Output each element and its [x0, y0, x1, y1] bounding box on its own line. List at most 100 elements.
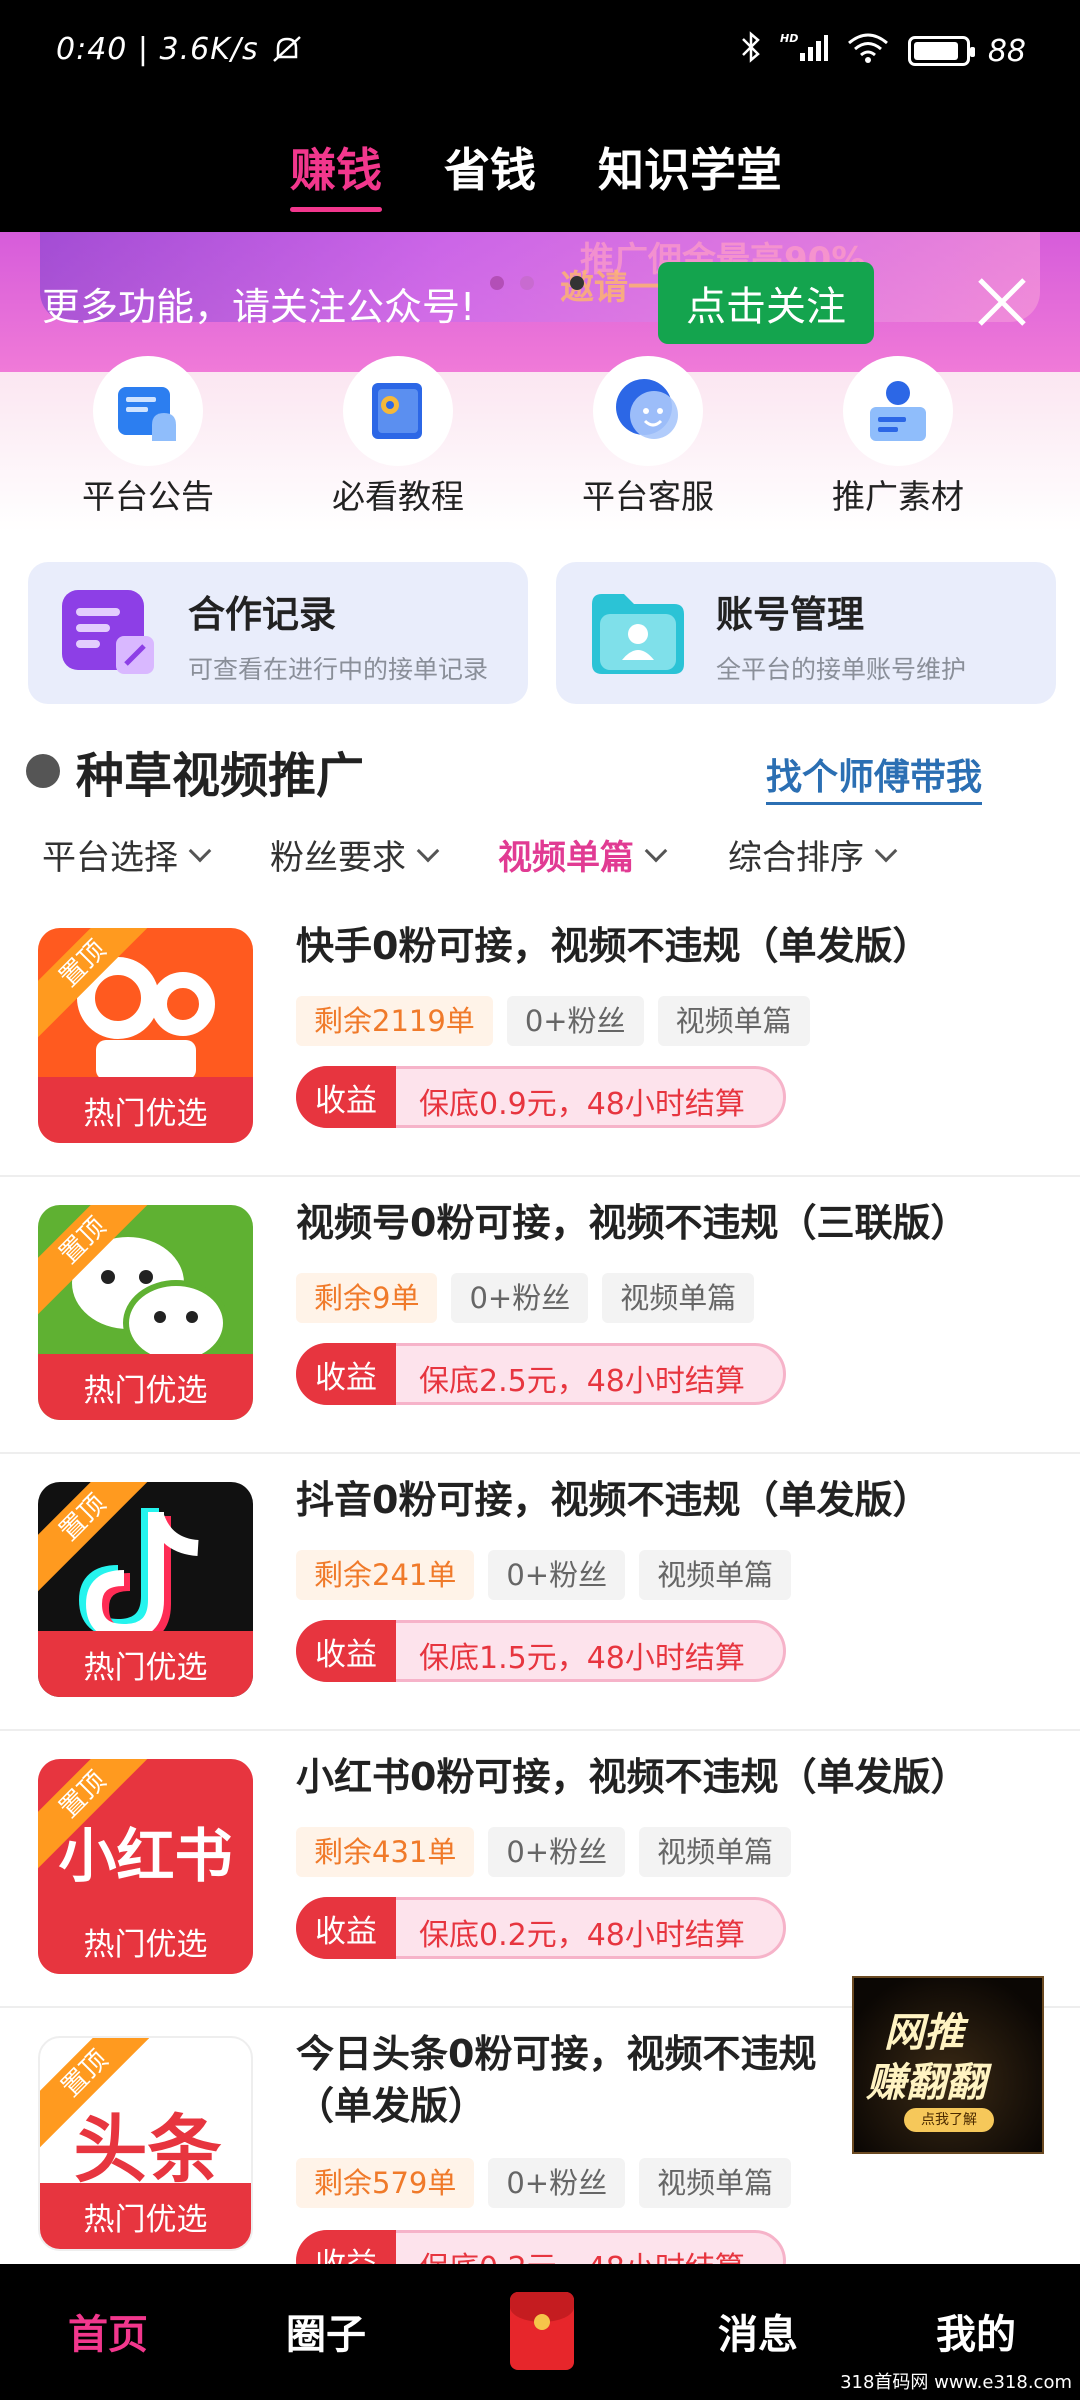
section-title: 种草视频推广 — [76, 736, 385, 812]
fans-tag: 0+粉丝 — [488, 2158, 626, 2208]
type-tag: 视频单篇 — [657, 996, 810, 1046]
hot-badge: 热门优选 — [38, 1354, 253, 1420]
remaining-tag: 剩余579单 — [296, 2158, 475, 2208]
carousel-dot — [520, 276, 534, 290]
task-title: 快手0粉可接，视频不违规（单发版） — [296, 924, 931, 968]
quick-item-announcement[interactable]: 平台公告 — [68, 356, 228, 518]
quick-item-support[interactable]: 平台客服 — [568, 356, 728, 518]
quick-access-row: 平台公告 必看教程 平台客服 推广素材 — [0, 356, 1080, 532]
remaining-tag: 剩余241单 — [296, 1550, 475, 1600]
filter-video-type[interactable]: 视频单篇 — [498, 830, 668, 879]
fans-tag: 0+粉丝 — [451, 1273, 589, 1323]
task-tags: 剩余241单 0+粉丝 视频单篇 — [296, 1550, 792, 1600]
kuaishou-logo: 置顶 热门优选 — [38, 928, 253, 1143]
account-management-card[interactable]: 账号管理 全平台的接单账号维护 — [556, 562, 1056, 704]
signal-icon: HD — [780, 31, 828, 71]
quick-item-tutorial[interactable]: 必看教程 — [318, 356, 478, 518]
nav-profile[interactable]: 我的 — [936, 2302, 1016, 2360]
floating-ad[interactable]: 网推 赚翻翻 点我了解 — [852, 1976, 1044, 2154]
card-subtitle: 可查看在进行中的接单记录 — [188, 655, 489, 684]
task-item[interactable]: 小红书 置顶 热门优选 小红书0粉可接，视频不违规（单发版） 剩余431单 0+… — [0, 1731, 1080, 2008]
svg-text:HD: HD — [780, 32, 798, 45]
task-title: 小红书0粉可接，视频不违规（单发版） — [296, 1755, 969, 1799]
app-screen: 0:40 | 3.6K/s HD 88 赚钱 省钱 知识学堂 推广佣金最高90%… — [0, 0, 1080, 2400]
battery-level: 88 — [987, 33, 1026, 69]
card-subtitle: 全平台的接单账号维护 — [716, 655, 967, 684]
task-item[interactable]: 置顶 热门优选 快手0粉可接，视频不违规（单发版） 剩余2119单 0+粉丝 视… — [0, 900, 1080, 1177]
task-title: 抖音0粉可接，视频不违规（单发版） — [296, 1478, 931, 1522]
fans-tag: 0+粉丝 — [506, 996, 644, 1046]
battery-icon — [907, 36, 975, 66]
filter-sort[interactable]: 综合排序 — [728, 830, 898, 879]
filter-fans[interactable]: 粉丝要求 — [270, 830, 440, 879]
record-icon — [58, 584, 162, 688]
hot-badge: 热门优选 — [38, 1631, 253, 1697]
task-tags: 剩余579单 0+粉丝 视频单篇 — [296, 2158, 792, 2208]
watermark: 318首码网 www.e318.com — [840, 2372, 1072, 2393]
section-header: 种草视频推广 — [26, 736, 385, 812]
tab-save[interactable]: 省钱 — [444, 134, 536, 200]
carousel-dot-active — [570, 276, 584, 290]
ad-line-2: 赚翻翻 — [866, 2060, 986, 2106]
type-tag: 视频单篇 — [639, 1827, 792, 1877]
earnings-value: 保底0.2元，48小时结算 — [419, 1918, 745, 1953]
folder-user-icon — [586, 584, 690, 688]
cooperation-record-card[interactable]: 合作记录 可查看在进行中的接单记录 — [28, 562, 528, 704]
chevron-down-icon — [416, 839, 440, 862]
hot-badge: 热门优选 — [40, 2183, 251, 2249]
earnings-label: 收益 — [296, 1620, 396, 1682]
task-item[interactable]: 置顶 热门优选 抖音0粉可接，视频不违规（单发版） 剩余241单 0+粉丝 视频… — [0, 1454, 1080, 1731]
ad-button[interactable]: 点我了解 — [904, 2108, 994, 2132]
task-title: 视频号0粉可接，视频不违规（三联版） — [296, 1201, 969, 1245]
fans-tag: 0+粉丝 — [488, 1550, 626, 1600]
remaining-tag: 剩余431单 — [296, 1827, 475, 1877]
chevron-down-icon — [644, 839, 668, 862]
wifi-icon — [846, 31, 890, 71]
tab-earn[interactable]: 赚钱 — [290, 134, 382, 212]
task-tags: 剩余431单 0+粉丝 视频单篇 — [296, 1827, 792, 1877]
task-tags: 剩余2119单 0+粉丝 视频单篇 — [296, 996, 810, 1046]
follow-prompt-text: 更多功能，请关注公众号! — [42, 285, 476, 329]
remaining-tag: 剩余9单 — [296, 1273, 438, 1323]
tutorial-icon — [343, 356, 453, 466]
mute-bell-icon — [269, 32, 305, 67]
status-right: HD 88 — [740, 30, 1026, 72]
bottom-navigation: 首页 圈子 消息 我的 318首码网 www.e318.com — [0, 2264, 1080, 2400]
follow-button[interactable]: 点击关注 — [658, 262, 874, 344]
earnings-label: 收益 — [296, 1066, 396, 1128]
red-envelope-icon[interactable] — [510, 2292, 574, 2370]
type-tag: 视频单篇 — [639, 1550, 792, 1600]
find-mentor-link[interactable]: 找个师傅带我 — [766, 748, 983, 805]
hot-badge: 热门优选 — [38, 1077, 253, 1143]
close-icon[interactable] — [976, 276, 1028, 332]
quick-item-label: 平台客服 — [582, 477, 714, 516]
notice-icon — [93, 356, 203, 466]
task-item[interactable]: 置顶 热门优选 视频号0粉可接，视频不违规（三联版） 剩余9单 0+粉丝 视频单… — [0, 1177, 1080, 1454]
type-tag: 视频单篇 — [602, 1273, 755, 1323]
quick-item-label: 推广素材 — [832, 477, 964, 516]
nav-circle[interactable]: 圈子 — [286, 2302, 366, 2360]
xiaohongshu-logo: 小红书 置顶 热门优选 — [38, 1759, 253, 1974]
remaining-tag: 剩余2119单 — [296, 996, 493, 1046]
nav-home[interactable]: 首页 — [68, 2302, 148, 2360]
hot-badge: 热门优选 — [38, 1908, 253, 1974]
earnings-value: 保底2.5元，48小时结算 — [419, 1364, 745, 1399]
douyin-logo: 置顶 热门优选 — [38, 1482, 253, 1697]
wechat-logo: 置顶 热门优选 — [38, 1205, 253, 1420]
fans-tag: 0+粉丝 — [488, 1827, 626, 1877]
earnings-pill: 收益 保底0.9元，48小时结算 — [296, 1066, 786, 1128]
earnings-value: 保底1.5元，48小时结算 — [419, 1641, 745, 1676]
time-speed-text: 0:40 | 3.6K/s — [56, 32, 259, 67]
tab-knowledge[interactable]: 知识学堂 — [598, 134, 782, 200]
promo-banner[interactable]: 推广佣金最高90% 邀请一...元 更多功能，请关注公众号! 点击关注 — [0, 232, 1080, 372]
filter-platform[interactable]: 平台选择 — [42, 830, 212, 879]
status-bar: 0:40 | 3.6K/s HD 88 — [0, 0, 1080, 104]
top-tab-bar: 赚钱 省钱 知识学堂 — [0, 104, 1080, 232]
earnings-pill: 收益 保底0.2元，48小时结算 — [296, 1897, 786, 1959]
quick-item-label: 平台公告 — [82, 477, 214, 516]
quick-item-materials[interactable]: 推广素材 — [818, 356, 978, 518]
filter-bar: 平台选择 粉丝要求 视频单篇 综合排序 — [0, 830, 1080, 886]
chevron-down-icon — [874, 839, 898, 862]
nav-messages[interactable]: 消息 — [718, 2302, 798, 2360]
earnings-label: 收益 — [296, 1897, 396, 1959]
